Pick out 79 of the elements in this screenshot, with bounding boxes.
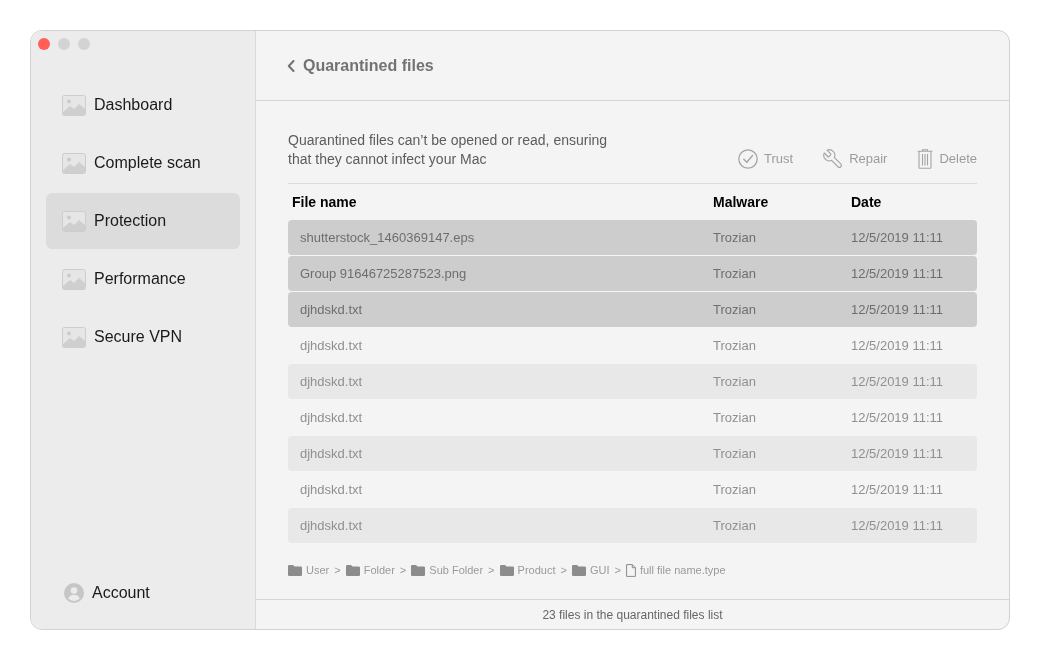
sidebar-item[interactable]: Complete scan bbox=[46, 135, 240, 191]
folder-icon bbox=[571, 564, 586, 576]
table-row[interactable]: djhdskd.txt Trozian 12/5/2019 11:11 bbox=[288, 328, 977, 363]
account-item[interactable]: Account bbox=[46, 565, 240, 621]
breadcrumb-item[interactable]: GUI bbox=[571, 562, 610, 579]
table-cell-text: 12/5/2019 11:11 bbox=[851, 516, 944, 535]
table-row[interactable]: djhdskd.txt Trozian 12/5/2019 11:11 bbox=[288, 508, 977, 543]
folder-icon bbox=[411, 564, 426, 576]
table-row[interactable]: shutterstock_1460369147.eps Trozian 12/5/2019 11:11 bbox=[288, 220, 977, 255]
table-cell-text: djhdskd.txt bbox=[300, 408, 363, 427]
folder-icon bbox=[499, 564, 514, 576]
table-cell-text: djhdskd.txt bbox=[300, 480, 363, 499]
column-header: File name bbox=[291, 192, 357, 212]
repair-action-button[interactable]: Repair bbox=[823, 149, 888, 169]
table-row[interactable]: djhdskd.txt Trozian 12/5/2019 11:11 bbox=[288, 436, 977, 471]
sidebar-item[interactable]: Performance bbox=[46, 251, 240, 307]
trash-icon bbox=[917, 149, 934, 169]
image-icon bbox=[62, 210, 86, 232]
table-cell-text: shutterstock_1460369147.eps bbox=[300, 228, 475, 247]
file-icon bbox=[625, 563, 636, 577]
column-header: Malware bbox=[713, 192, 769, 212]
breadcrumb-separator: > bbox=[488, 563, 495, 578]
table-cell-text: djhdskd.txt bbox=[300, 300, 363, 319]
table-cell-text: Trozian bbox=[713, 408, 756, 427]
table-cell-text: 12/5/2019 11:11 bbox=[851, 444, 944, 463]
breadcrumb-separator: > bbox=[334, 563, 341, 578]
sidebar-item[interactable]: Dashboard bbox=[46, 77, 240, 133]
table-cell-text: Group 91646725287523.png bbox=[300, 264, 467, 283]
table-cell-text: 12/5/2019 11:11 bbox=[851, 480, 944, 499]
description-text: Quarantined files can’t be opened or read, ensuring that they cannot infect your Mac bbox=[288, 131, 609, 169]
table-cell-text: djhdskd.txt bbox=[300, 444, 363, 463]
breadcrumb-separator: > bbox=[614, 563, 621, 578]
table-cell-text: 12/5/2019 11:11 bbox=[851, 300, 944, 319]
breadcrumb-item[interactable]: Product bbox=[499, 562, 556, 579]
breadcrumb-item[interactable]: Folder bbox=[345, 562, 395, 579]
status-text: 23 files in the quarantined files list bbox=[542, 606, 723, 624]
folder-icon bbox=[345, 564, 360, 576]
table-cell-text: 12/5/2019 11:11 bbox=[851, 336, 944, 355]
table-row[interactable]: djhdskd.txt Trozian 12/5/2019 11:11 bbox=[288, 292, 977, 327]
column-header: Date bbox=[851, 192, 882, 212]
breadcrumb-item[interactable]: User bbox=[288, 562, 330, 579]
sidebar-item[interactable]: Protection bbox=[46, 193, 240, 249]
table-cell-text: djhdskd.txt bbox=[300, 336, 363, 355]
table-row[interactable]: djhdskd.txt Trozian 12/5/2019 11:11 bbox=[288, 364, 977, 399]
table-cell-text: 12/5/2019 11:11 bbox=[851, 408, 944, 427]
image-icon bbox=[62, 326, 86, 348]
sidebar-item[interactable]: Secure VPN bbox=[46, 309, 240, 365]
table-cell-text: Trozian bbox=[713, 372, 756, 391]
user-icon bbox=[64, 583, 84, 603]
table-cell-text: 12/5/2019 11:11 bbox=[851, 228, 944, 247]
image-icon bbox=[62, 268, 86, 290]
trust-action-button[interactable]: Trust bbox=[738, 149, 794, 169]
check-circle-icon bbox=[738, 149, 758, 169]
table-cell-text: 12/5/2019 11:11 bbox=[851, 264, 944, 283]
breadcrumb-separator: > bbox=[560, 563, 567, 578]
table-row[interactable]: djhdskd.txt Trozian 12/5/2019 11:11 bbox=[288, 400, 977, 435]
delete-action-button[interactable]: Delete bbox=[917, 149, 977, 169]
close-icon[interactable] bbox=[38, 38, 50, 50]
table-cell-text: 12/5/2019 11:11 bbox=[851, 372, 944, 391]
table-cell-text: Trozian bbox=[713, 336, 756, 355]
table-row[interactable]: Group 91646725287523.png Trozian 12/5/2019 11:11 bbox=[288, 256, 977, 291]
back-button[interactable]: Quarantined files bbox=[287, 53, 434, 78]
table-cell-text: Trozian bbox=[713, 300, 756, 319]
wrench-icon bbox=[823, 149, 844, 169]
table-cell-text: Trozian bbox=[713, 264, 756, 283]
breadcrumb-item[interactable]: Sub Folder bbox=[411, 562, 484, 579]
image-icon bbox=[62, 152, 86, 174]
table-cell-text: Trozian bbox=[713, 480, 756, 499]
table-cell-text: Trozian bbox=[713, 444, 756, 463]
folder-icon bbox=[288, 564, 302, 576]
table-row[interactable]: djhdskd.txt Trozian 12/5/2019 11:11 bbox=[288, 472, 977, 507]
table-cell-text: djhdskd.txt bbox=[300, 372, 363, 391]
table-cell-text: djhdskd.txt bbox=[300, 516, 363, 535]
breadcrumb-separator: > bbox=[399, 563, 407, 578]
table-cell-text: Trozian bbox=[713, 516, 756, 535]
table-cell-text: Trozian bbox=[713, 228, 756, 247]
image-icon bbox=[62, 94, 86, 116]
chevron-left-icon bbox=[287, 59, 295, 72]
breadcrumb-item[interactable]: full file name.type bbox=[625, 562, 726, 579]
